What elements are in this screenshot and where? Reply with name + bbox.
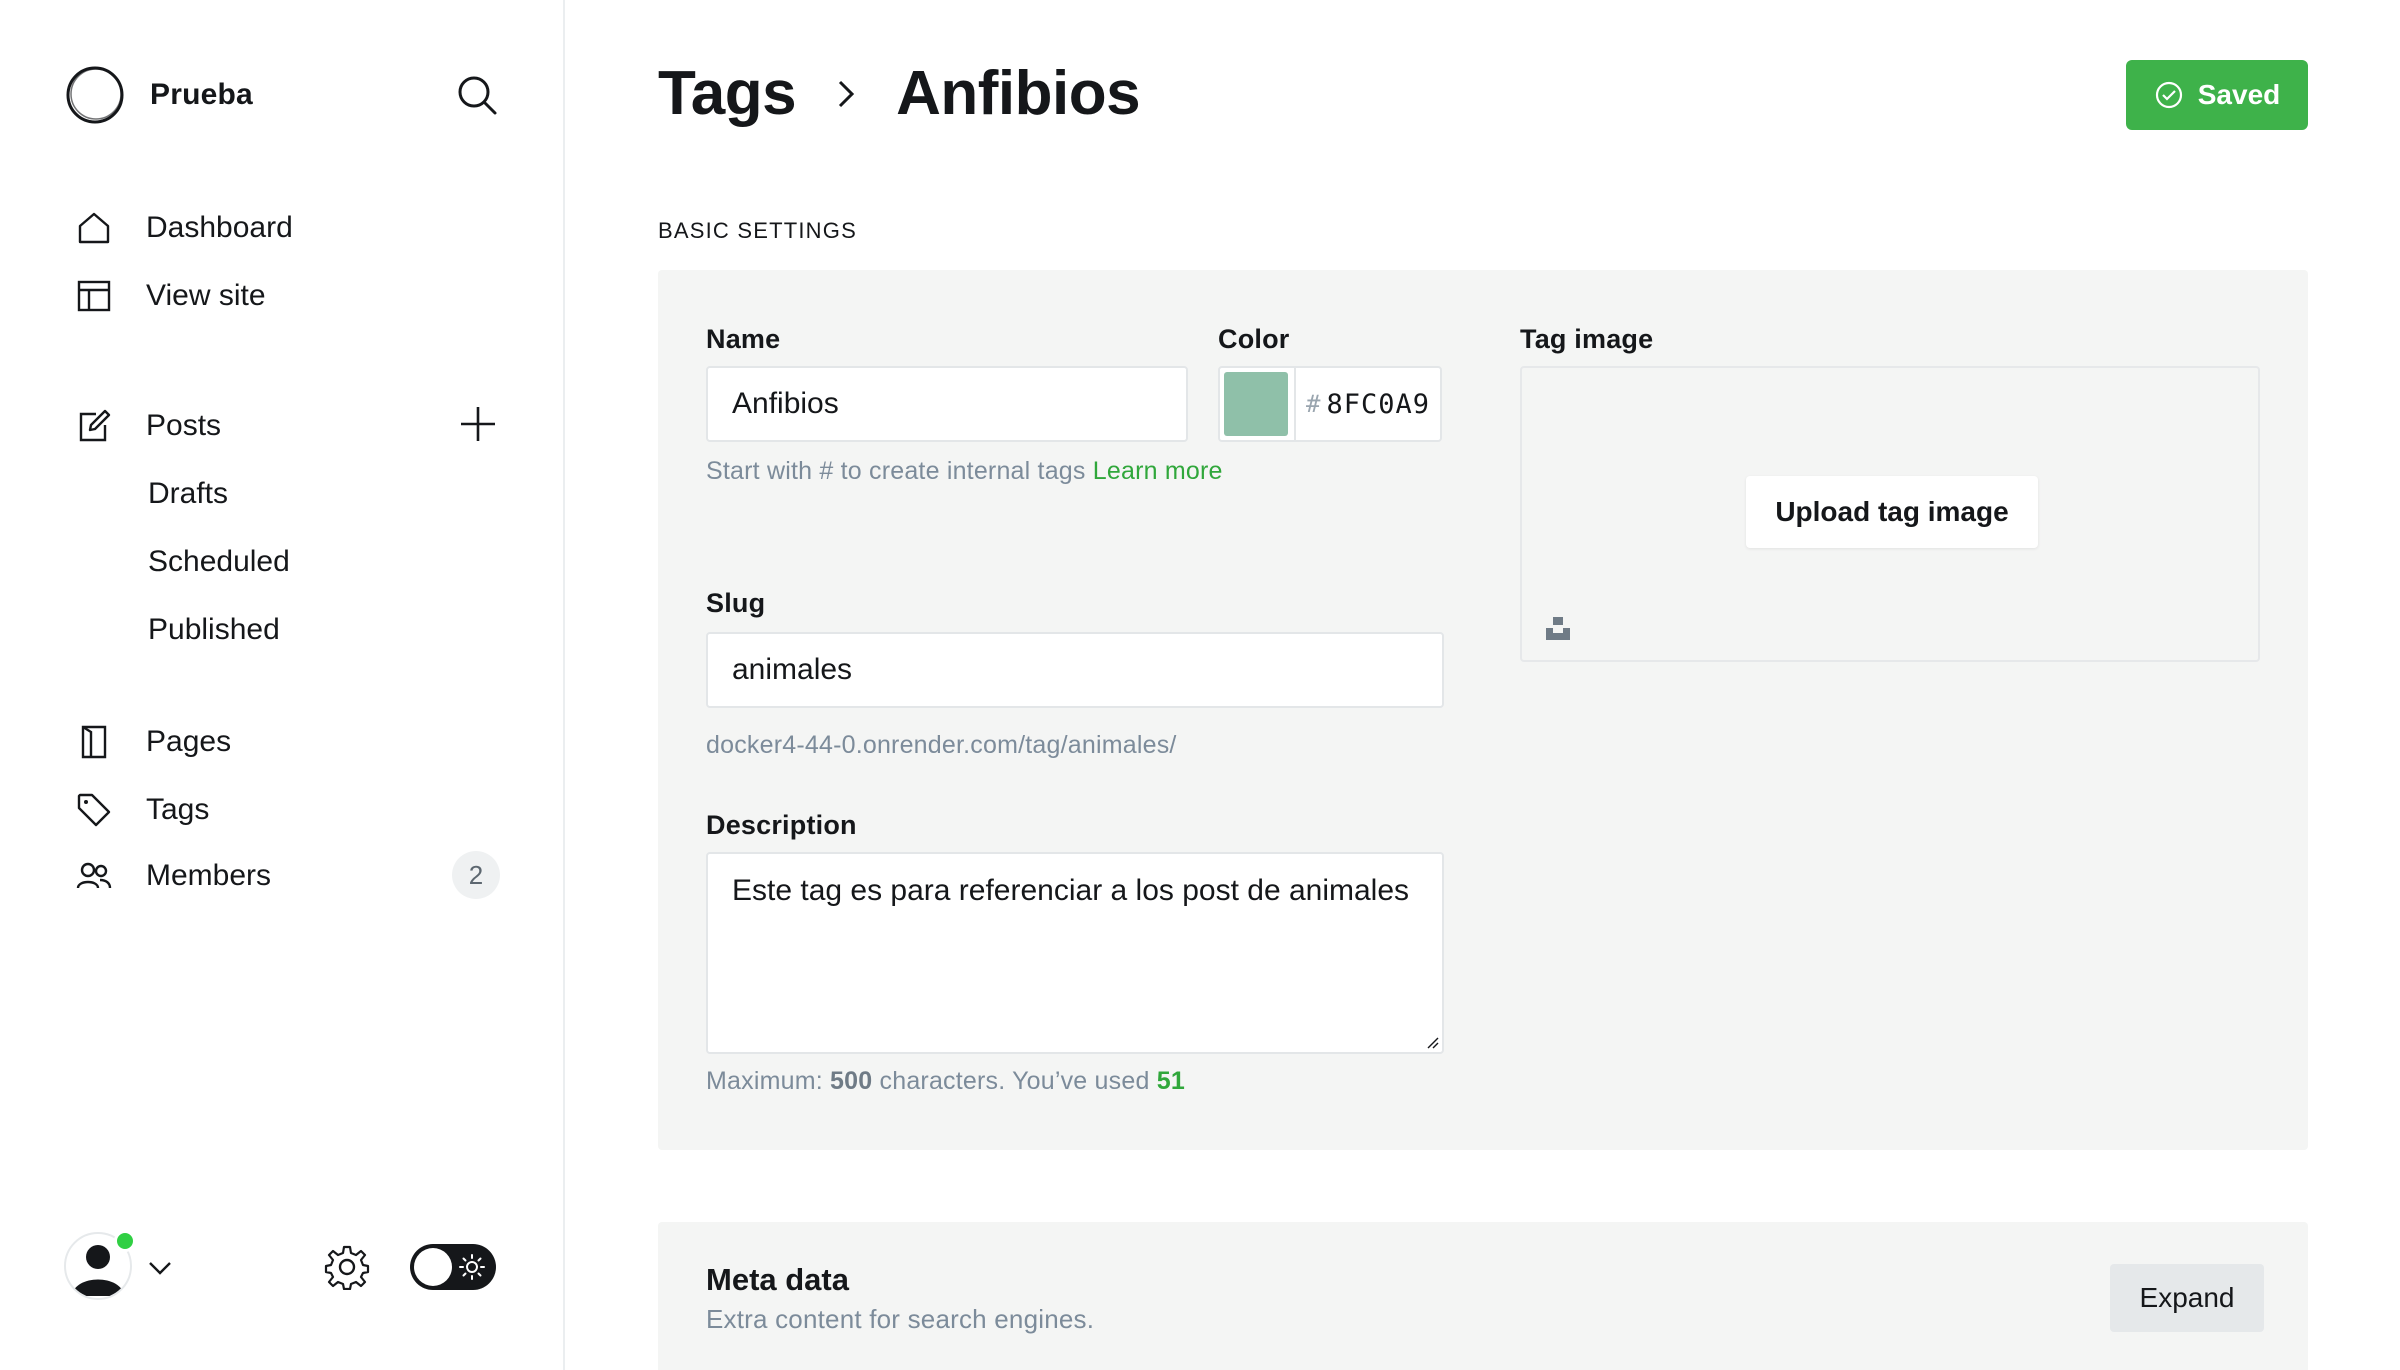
chevron-down-icon[interactable] (146, 1254, 174, 1282)
learn-more-link[interactable]: Learn (1093, 457, 1158, 485)
nav-view-site[interactable]: View site (74, 270, 266, 322)
members-icon (74, 856, 114, 896)
learn-more-link-cont[interactable]: more (1165, 457, 1223, 485)
nav-pages-label: Pages (146, 725, 232, 758)
saved-button[interactable]: Saved (2126, 60, 2308, 130)
search-icon[interactable] (456, 74, 498, 116)
name-hint-text: Start with # to create internal tags (706, 457, 1086, 485)
user-avatar[interactable] (64, 1230, 136, 1300)
desc-hint-used: 51 (1156, 1067, 1185, 1095)
meta-data-panel: Meta data Extra content for search engin… (658, 1222, 2308, 1370)
meta-data-title: Meta data (706, 1262, 849, 1297)
desc-hint-max: 500 (830, 1067, 873, 1095)
nav-view-site-label: View site (146, 279, 266, 312)
saved-label: Saved (2197, 79, 2281, 110)
color-picker[interactable]: # 8FC0A9 (1218, 366, 1442, 442)
description-label: Description (706, 810, 857, 840)
meta-data-subtitle: Extra content for search engines. (706, 1304, 1095, 1334)
members-count-badge: 2 (452, 851, 500, 899)
color-swatch[interactable] (1224, 372, 1288, 436)
brand[interactable]: Prueba (64, 64, 253, 126)
description-hint: Maximum: 500 characters. You’ve used 51 (706, 1060, 1185, 1102)
nav-drafts[interactable]: Drafts (148, 468, 228, 520)
section-heading: BASIC SETTINGS (658, 218, 857, 243)
nav-dashboard-label: Dashboard (146, 211, 293, 244)
theme-toggle[interactable] (410, 1244, 496, 1290)
sidebar: Prueba Dashboard View site Posts Drafts … (0, 0, 565, 1370)
home-icon (74, 208, 114, 248)
breadcrumb: Tags Anfibios (658, 58, 1141, 129)
brand-name: Prueba (150, 78, 253, 111)
unsplash-icon[interactable] (1544, 614, 1572, 642)
check-circle-icon (2155, 81, 2182, 109)
color-hash: # (1306, 390, 1321, 418)
nav-members[interactable]: Members (74, 850, 271, 902)
name-input[interactable]: Anfibios (706, 366, 1188, 442)
nav-posts[interactable]: Posts (74, 400, 221, 452)
color-label: Color (1218, 324, 1290, 354)
upload-tag-image-button[interactable]: Upload tag image (1746, 476, 2038, 548)
name-hint: Start with # to create internal tags Lea… (706, 450, 1226, 492)
online-status-dot (114, 1230, 136, 1252)
slug-label: Slug (706, 588, 766, 618)
desc-hint-mid: characters. You’ve used (879, 1067, 1150, 1095)
tag-image-label: Tag image (1520, 324, 1654, 354)
desc-hint-prefix: Maximum: (706, 1067, 823, 1095)
chevron-right-icon (839, 80, 855, 107)
nav-dashboard[interactable]: Dashboard (74, 202, 293, 254)
gear-icon[interactable] (324, 1244, 370, 1290)
description-textarea[interactable]: Este tag es para referenciar a los post … (706, 852, 1444, 1054)
plus-icon[interactable] (458, 404, 498, 444)
nav-posts-label: Posts (146, 409, 222, 442)
expand-button[interactable]: Expand (2110, 1264, 2264, 1332)
main-content: Tags Anfibios Saved BASIC SETTINGS Name … (566, 0, 2400, 1370)
edit-icon (74, 406, 114, 446)
color-hex-input[interactable]: 8FC0A9 (1326, 389, 1430, 420)
nav-members-label: Members (146, 859, 272, 892)
name-label: Name (706, 324, 781, 354)
color-divider (1294, 368, 1296, 440)
sun-icon (459, 1254, 485, 1280)
slug-url: docker4-44-0.onrender.com/tag/animales/ (706, 731, 1177, 759)
tag-icon (74, 790, 114, 830)
breadcrumb-parent[interactable]: Tags (658, 58, 797, 129)
page-title: Anfibios (896, 59, 1141, 128)
pages-icon (74, 722, 114, 762)
tag-image-dropzone[interactable]: Upload tag image (1520, 366, 2260, 662)
nav-pages[interactable]: Pages (74, 716, 231, 768)
slug-input[interactable]: animales (706, 632, 1444, 708)
description-text: Este tag es para referenciar a los post … (732, 874, 1410, 907)
nav-published[interactable]: Published (148, 604, 280, 656)
toggle-knob (414, 1248, 452, 1286)
nav-tags-label: Tags (146, 793, 210, 826)
nav-scheduled[interactable]: Scheduled (148, 536, 290, 588)
layout-icon (74, 276, 114, 316)
nav-tags[interactable]: Tags (74, 784, 209, 836)
resize-handle-icon[interactable] (1424, 1034, 1440, 1050)
brand-logo-icon (66, 66, 124, 124)
basic-settings-panel: Name Anfibios Start with # to create int… (658, 270, 2308, 1150)
